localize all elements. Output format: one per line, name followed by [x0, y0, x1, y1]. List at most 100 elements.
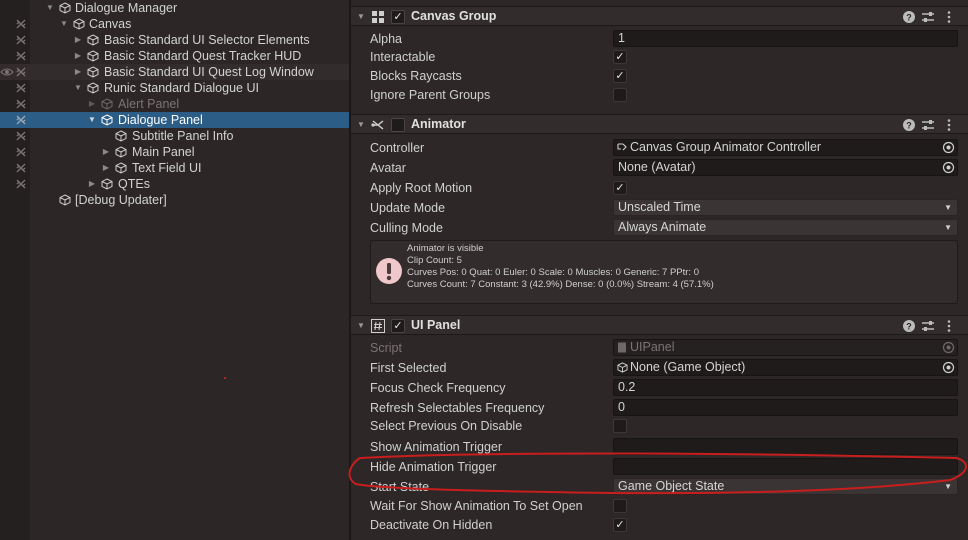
- pickable-toggle-icon[interactable]: [15, 130, 27, 142]
- context-menu-icon[interactable]: [942, 10, 956, 24]
- hierarchy-item-qtes[interactable]: ▶ QTEs: [0, 176, 349, 192]
- ignore-parent-groups-checkbox[interactable]: [613, 88, 627, 102]
- fold-closed-icon[interactable]: ▶: [72, 48, 84, 64]
- fold-closed-icon[interactable]: ▶: [86, 96, 98, 112]
- component-enabled-checkbox[interactable]: ✓: [391, 10, 405, 24]
- avatar-object-field[interactable]: None (Avatar): [613, 159, 958, 176]
- show-animation-trigger-label: Show Animation Trigger: [370, 440, 503, 454]
- gameobject-cube-icon: [101, 114, 113, 126]
- inspector-panel: ▼ ✓ Canvas Group ? Alpha 1 Interactable …: [351, 0, 968, 540]
- help-icon[interactable]: ?: [902, 10, 916, 24]
- fold-open-icon[interactable]: ▼: [86, 112, 98, 128]
- hierarchy-item-label: Alert Panel: [118, 97, 180, 111]
- help-icon[interactable]: ?: [902, 319, 916, 333]
- hierarchy-item-label: Subtitle Panel Info: [132, 129, 234, 143]
- update-mode-dropdown[interactable]: Unscaled Time ▼: [613, 199, 958, 216]
- hierarchy-item-label: Basic Standard UI Quest Log Window: [104, 65, 314, 79]
- hierarchy-item-label: Dialogue Manager: [75, 1, 178, 15]
- controller-object-field[interactable]: Canvas Group Animator Controller: [613, 139, 958, 156]
- fold-closed-icon[interactable]: ▶: [72, 64, 84, 80]
- fold-open-icon[interactable]: ▼: [72, 80, 84, 96]
- hierarchy-item-label: Main Panel: [132, 145, 195, 159]
- pickable-toggle-icon[interactable]: [15, 162, 27, 174]
- controller-value: Canvas Group Animator Controller: [630, 140, 822, 154]
- hierarchy-item-canvas[interactable]: ▼ Canvas: [0, 16, 349, 32]
- start-state-label: Start State: [370, 480, 430, 494]
- hierarchy-item-quest-tracker[interactable]: ▶ Basic Standard Quest Tracker HUD: [0, 48, 349, 64]
- hierarchy-item-dialogue-manager[interactable]: ▼ Dialogue Manager: [0, 0, 349, 16]
- fold-open-icon[interactable]: ▼: [357, 115, 365, 134]
- fold-open-icon[interactable]: ▼: [44, 0, 56, 16]
- fold-closed-icon[interactable]: ▶: [72, 32, 84, 48]
- pickable-toggle-icon[interactable]: [15, 146, 27, 158]
- pickable-toggle-icon[interactable]: [15, 178, 27, 190]
- fold-closed-icon[interactable]: ▶: [86, 176, 98, 192]
- visibility-eye-icon[interactable]: [0, 65, 14, 79]
- context-menu-icon[interactable]: [942, 118, 956, 132]
- ignore-parent-groups-label: Ignore Parent Groups: [370, 88, 491, 102]
- component-header-canvas-group[interactable]: ▼ ✓ Canvas Group ?: [351, 6, 968, 26]
- hierarchy-item-quest-log-window[interactable]: ▶ Basic Standard UI Quest Log Window: [0, 64, 349, 80]
- component-enabled-checkbox[interactable]: ✓: [391, 319, 405, 333]
- gameobject-cube-icon: [115, 146, 127, 158]
- alpha-field[interactable]: 1: [613, 30, 958, 47]
- script-hash-icon: [371, 319, 385, 333]
- context-menu-icon[interactable]: [942, 319, 956, 333]
- hierarchy-item-dialogue-panel[interactable]: ▼ Dialogue Panel: [0, 112, 349, 128]
- gameobject-cube-icon: [87, 66, 99, 78]
- component-enabled-checkbox[interactable]: [391, 118, 405, 132]
- hierarchy-item-subtitle-panel-info[interactable]: Subtitle Panel Info: [0, 128, 349, 144]
- deactivate-on-hidden-checkbox[interactable]: ✓: [613, 518, 627, 532]
- refresh-selectables-frequency-field[interactable]: 0: [613, 399, 958, 416]
- gameobject-cube-icon: [115, 162, 127, 174]
- hierarchy-item-alert-panel[interactable]: ▶ Alert Panel: [0, 96, 349, 112]
- script-label: Script: [370, 341, 402, 355]
- fold-open-icon[interactable]: ▼: [357, 316, 365, 335]
- select-previous-on-disable-checkbox[interactable]: [613, 419, 627, 433]
- wait-for-show-animation-checkbox[interactable]: [613, 499, 627, 513]
- first-selected-object-field[interactable]: None (Game Object): [613, 359, 958, 376]
- pickable-toggle-icon[interactable]: [15, 82, 27, 94]
- fold-closed-icon[interactable]: ▶: [100, 160, 112, 176]
- hierarchy-item-selector-elements[interactable]: ▶ Basic Standard UI Selector Elements: [0, 32, 349, 48]
- pickable-toggle-icon[interactable]: [15, 50, 27, 62]
- pickable-toggle-icon[interactable]: [15, 66, 27, 78]
- start-state-dropdown[interactable]: Game Object State ▼: [613, 478, 958, 495]
- hierarchy-item-debug-updater[interactable]: [Debug Updater]: [0, 192, 349, 208]
- hierarchy-item-main-panel[interactable]: ▶ Main Panel: [0, 144, 349, 160]
- help-icon[interactable]: ?: [902, 118, 916, 132]
- show-animation-trigger-field[interactable]: [613, 438, 958, 455]
- animator-info-box: Animator is visible Clip Count: 5 Curves…: [370, 240, 958, 304]
- interactable-checkbox[interactable]: ✓: [613, 50, 627, 64]
- first-selected-label: First Selected: [370, 361, 447, 375]
- pickable-toggle-icon[interactable]: [15, 18, 27, 30]
- presets-icon[interactable]: [921, 319, 935, 333]
- hierarchy-item-runic-dialogue-ui[interactable]: ▼ Runic Standard Dialogue UI: [0, 80, 349, 96]
- red-dot-mark: [224, 377, 226, 379]
- component-header-ui-panel[interactable]: ▼ ✓ UI Panel ?: [351, 315, 968, 335]
- presets-icon[interactable]: [921, 118, 935, 132]
- pickable-toggle-icon[interactable]: [15, 34, 27, 46]
- component-header-animator[interactable]: ▼ Animator ?: [351, 114, 968, 134]
- object-picker-icon[interactable]: [942, 141, 955, 154]
- presets-icon[interactable]: [921, 10, 935, 24]
- fold-open-icon[interactable]: ▼: [357, 7, 365, 26]
- pickable-toggle-icon[interactable]: [15, 114, 27, 126]
- script-file-icon: [618, 342, 626, 353]
- gameobject-cube-icon: [101, 178, 113, 190]
- animator-controller-icon: [617, 143, 627, 151]
- svg-text:?: ?: [906, 322, 912, 332]
- culling-mode-dropdown[interactable]: Always Animate ▼: [613, 219, 958, 236]
- fold-open-icon[interactable]: ▼: [58, 16, 70, 32]
- hierarchy-item-text-field-ui[interactable]: ▶ Text Field UI: [0, 160, 349, 176]
- object-picker-icon[interactable]: [942, 161, 955, 174]
- focus-check-frequency-field[interactable]: 0.2: [613, 379, 958, 396]
- first-selected-value: None (Game Object): [630, 360, 746, 374]
- hide-animation-trigger-field[interactable]: [613, 458, 958, 475]
- fold-closed-icon[interactable]: ▶: [100, 144, 112, 160]
- object-picker-icon[interactable]: [942, 361, 955, 374]
- apply-root-motion-checkbox[interactable]: ✓: [613, 181, 627, 195]
- pickable-toggle-icon[interactable]: [15, 98, 27, 110]
- component-title: Animator: [411, 117, 466, 131]
- blocks-raycasts-checkbox[interactable]: ✓: [613, 69, 627, 83]
